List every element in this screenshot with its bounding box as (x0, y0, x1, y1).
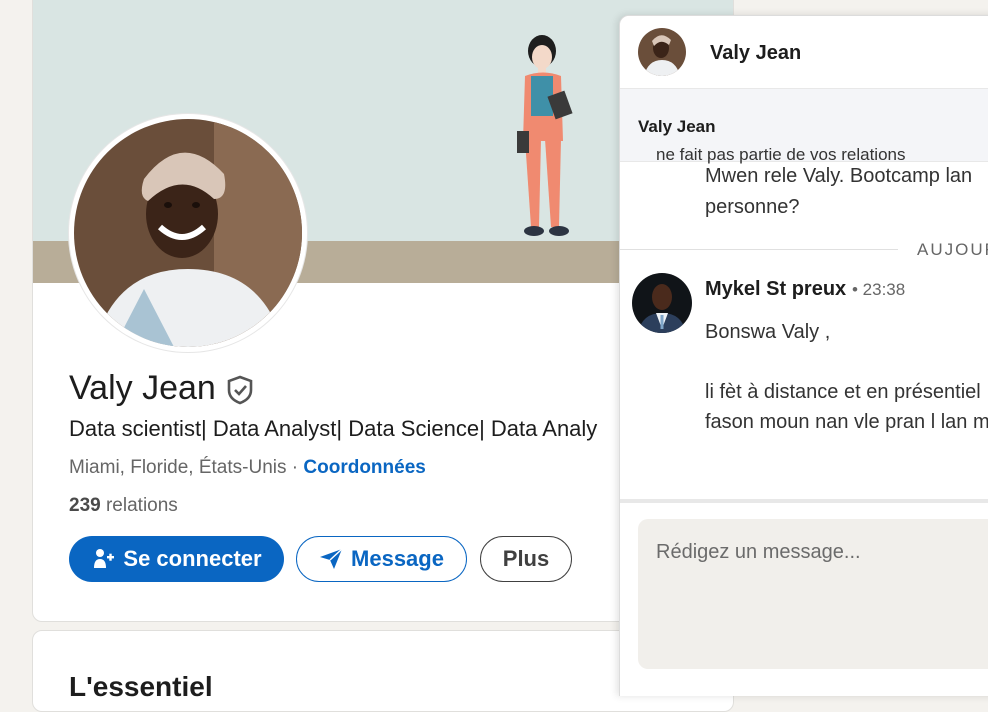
more-button[interactable]: Plus (480, 536, 572, 582)
date-divider-line (620, 249, 898, 250)
sender-avatar[interactable] (632, 273, 692, 333)
non-connection-notice: Valy Jean ne fait pas partie de vos rela… (620, 88, 988, 164)
previous-message-line: Mwen rele Valy. Bootcamp lan (705, 165, 973, 187)
contact-info-link[interactable]: Coordonnées (303, 457, 425, 478)
chat-header[interactable]: Valy Jean (620, 16, 988, 88)
location-separator: · (286, 457, 304, 478)
relations-count: 239 (69, 495, 101, 516)
verified-shield-icon[interactable] (226, 375, 254, 405)
message-button[interactable]: Message (296, 536, 467, 582)
message-composer[interactable]: Rédigez un message... (638, 519, 988, 669)
connect-button-label: Se connecter (123, 546, 262, 571)
message-line: li fèt à distance et en présentiel (705, 381, 981, 403)
profile-name: Valy Jean (69, 369, 216, 407)
notice-text: Valy Jean ne fait pas partie de vos rela… (638, 117, 905, 164)
chat-contact-name[interactable]: Valy Jean (710, 42, 801, 65)
connect-button[interactable]: Se connecter (69, 536, 284, 582)
relations-label: relations (100, 495, 178, 516)
message-button-label: Message (351, 546, 444, 571)
profile-location-row: Miami, Floride, États-Unis · Coordonnées (69, 457, 426, 479)
message-line: Bonswa Valy , (705, 321, 831, 343)
chat-contact-avatar[interactable] (638, 28, 686, 76)
add-person-icon (94, 549, 115, 568)
profile-name-row: Valy Jean (69, 369, 254, 408)
message-sender-name[interactable]: Mykel St preux (705, 278, 846, 301)
date-divider-label: AUJOURD'HUI (917, 240, 988, 259)
profile-location: Miami, Floride, États-Unis (69, 457, 287, 478)
messaging-panel: Valy Jean Valy Jean ne fait pas partie d… (619, 15, 988, 696)
more-button-label: Plus (502, 546, 550, 571)
composer-separator (620, 499, 988, 503)
send-icon (320, 548, 343, 569)
message-timestamp: • 23:38 (852, 280, 906, 299)
previous-message: Mwen rele Valy. Bootcamp lan personne? (705, 161, 988, 223)
profile-avatar[interactable] (69, 114, 307, 352)
profile-relations[interactable]: 239 relations (69, 495, 178, 517)
essentials-title: L'essentiel (69, 671, 213, 702)
notice-contact-name: Valy Jean (638, 117, 716, 136)
previous-message-line: personne? (705, 196, 800, 218)
composer-placeholder: Rédigez un message... (656, 541, 861, 563)
profile-headline: Data scientist| Data Analyst| Data Scien… (69, 416, 598, 441)
message-line: fason moun nan vle pran l lan m (705, 411, 988, 433)
